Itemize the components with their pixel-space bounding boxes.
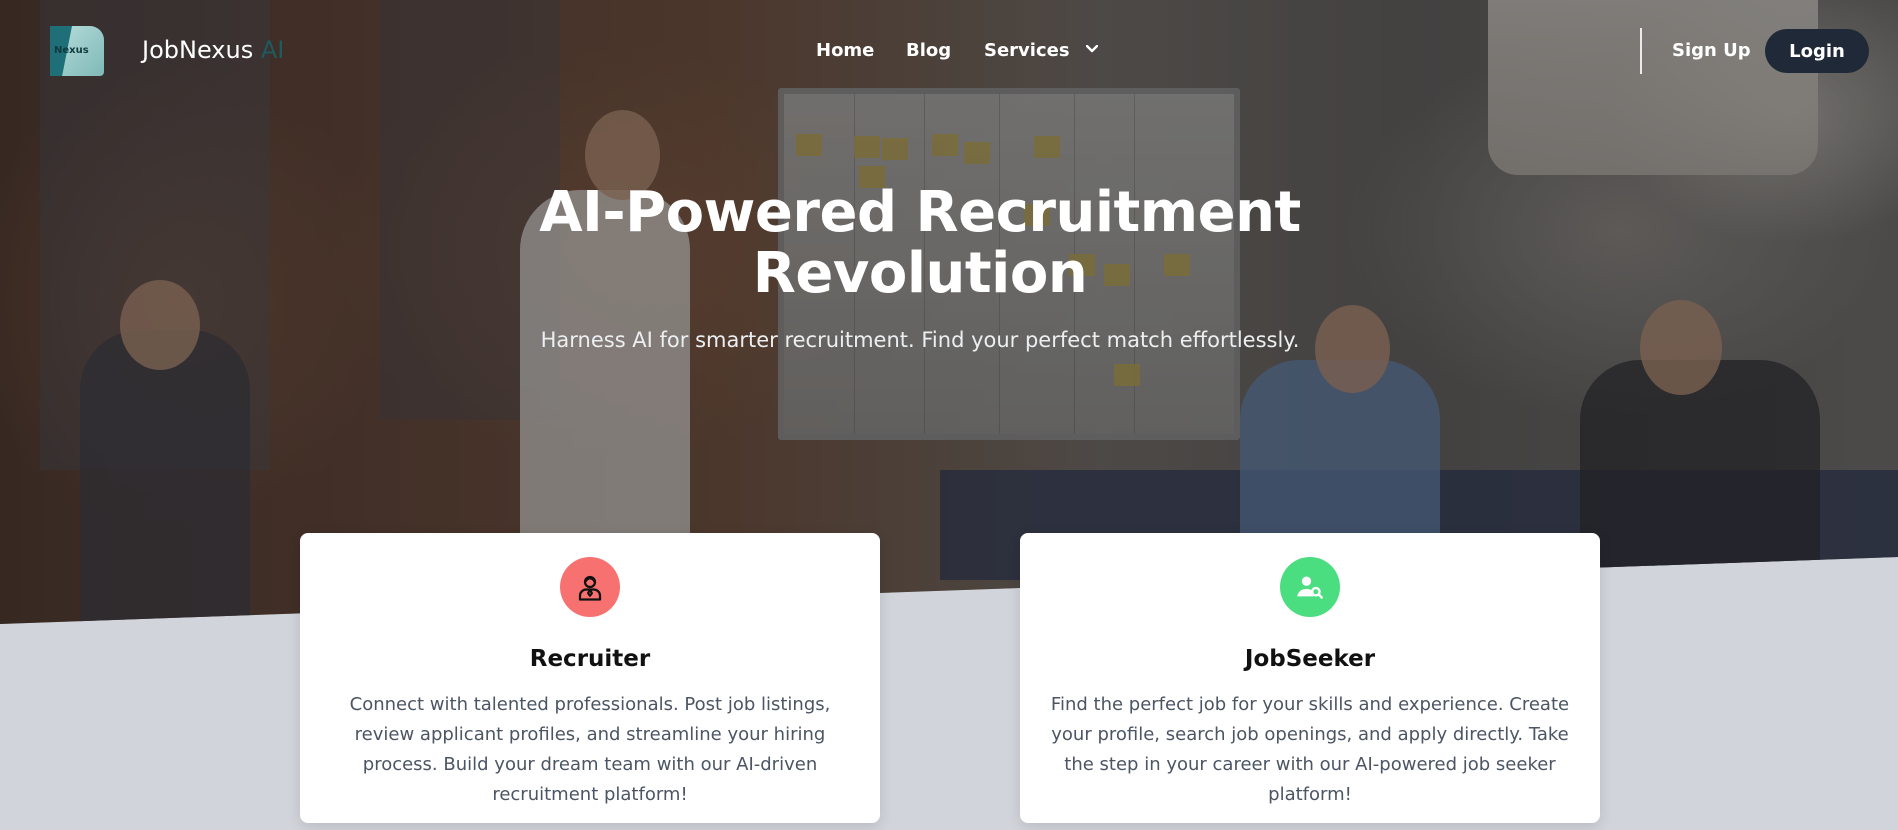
- recruiter-icon-badge: [560, 557, 620, 617]
- brand-name[interactable]: JobNexus AI: [142, 36, 284, 64]
- nav-blog[interactable]: Blog: [906, 40, 951, 61]
- brand-logo-text: Nexus: [54, 45, 89, 56]
- login-button[interactable]: Login: [1765, 29, 1869, 73]
- jobseeker-icon-badge: [1280, 557, 1340, 617]
- navbar: Nexus JobNexus AI Home Blog Services Sig…: [0, 0, 1898, 102]
- jobseeker-card-description: Find the perfect job for your skills and…: [1050, 694, 1570, 805]
- recruiter-card-description: Connect with talented professionals. Pos…: [349, 694, 831, 805]
- nav-divider: [1640, 28, 1642, 74]
- hero-title-line-1: AI-Powered Recruitment: [539, 180, 1301, 245]
- nav-home[interactable]: Home: [816, 40, 874, 61]
- hero-subtitle: Harness AI for smarter recruitment. Find…: [540, 328, 1300, 352]
- chevron-down-icon: [1085, 45, 1098, 53]
- jobseeker-card[interactable]: JobSeeker Find the perfect job for your …: [1020, 533, 1600, 823]
- hero-title-line-2: Revolution: [752, 241, 1088, 306]
- user-search-icon: [1297, 576, 1323, 599]
- nav-services-label: Services: [984, 40, 1070, 61]
- signup-link[interactable]: Sign Up: [1672, 40, 1751, 61]
- nav-services[interactable]: Services: [984, 40, 1098, 61]
- hero-title: AI-Powered Recruitment Revolution: [0, 182, 1840, 304]
- jobseeker-card-title: JobSeeker: [1244, 646, 1376, 672]
- recruiter-card-title: Recruiter: [529, 646, 651, 672]
- brand-name-text: JobNexus: [142, 36, 254, 64]
- recruiter-card[interactable]: Recruiter Connect with talented professi…: [300, 533, 880, 823]
- brand-logo-icon[interactable]: Nexus: [50, 26, 104, 76]
- recruiter-icon: [578, 575, 602, 601]
- brand-name-suffix: AI: [260, 36, 285, 64]
